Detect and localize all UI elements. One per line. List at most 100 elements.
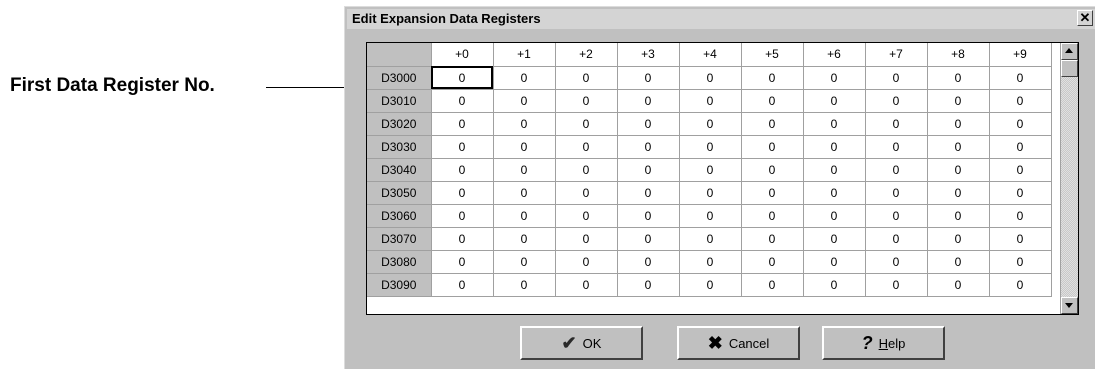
register-cell[interactable]: 0 [617,112,680,136]
ok-button[interactable]: ✔ OK [520,326,643,360]
register-cell[interactable]: 0 [989,273,1052,297]
register-cell[interactable]: 0 [865,273,928,297]
register-cell[interactable]: 0 [679,66,742,90]
register-cell[interactable]: 0 [803,227,866,251]
register-cell[interactable]: 0 [927,158,990,182]
register-cell[interactable]: 0 [493,158,556,182]
register-cell[interactable]: 0 [493,273,556,297]
register-cell[interactable]: 0 [617,204,680,228]
register-cell[interactable]: 0 [741,89,804,113]
register-cell[interactable]: 0 [741,227,804,251]
register-cell[interactable]: 0 [617,158,680,182]
register-cell[interactable]: 0 [493,204,556,228]
register-cell[interactable]: 0 [617,250,680,274]
register-cell[interactable]: 0 [493,66,556,90]
scroll-thumb[interactable] [1061,60,1078,77]
register-cell[interactable]: 0 [927,227,990,251]
register-cell[interactable]: 0 [555,273,618,297]
register-cell[interactable]: 0 [865,112,928,136]
register-cell[interactable]: 0 [803,135,866,159]
register-cell[interactable]: 0 [803,250,866,274]
register-cell[interactable]: 0 [431,89,494,113]
register-cell[interactable]: 0 [679,227,742,251]
register-cell[interactable]: 0 [679,273,742,297]
register-cell[interactable]: 0 [431,250,494,274]
register-cell[interactable]: 0 [803,89,866,113]
register-cell[interactable]: 0 [431,181,494,205]
register-cell[interactable]: 0 [989,66,1052,90]
register-cell[interactable]: 0 [741,158,804,182]
register-cell[interactable]: 0 [617,227,680,251]
register-cell[interactable]: 0 [555,181,618,205]
register-cell[interactable]: 0 [865,250,928,274]
register-cell[interactable]: 0 [493,181,556,205]
cancel-button[interactable]: ✖ Cancel [677,326,800,360]
register-cell[interactable]: 0 [927,66,990,90]
register-cell[interactable]: 0 [617,135,680,159]
close-button[interactable]: ✕ [1077,10,1093,26]
register-cell[interactable]: 0 [679,135,742,159]
register-cell[interactable]: 0 [989,89,1052,113]
register-cell[interactable]: 0 [431,112,494,136]
register-cell[interactable]: 0 [431,204,494,228]
register-cell[interactable]: 0 [741,250,804,274]
register-cell[interactable]: 0 [741,135,804,159]
register-cell[interactable]: 0 [989,158,1052,182]
register-cell[interactable]: 0 [803,112,866,136]
register-cell[interactable]: 0 [555,250,618,274]
register-cell[interactable]: 0 [679,181,742,205]
register-cell[interactable]: 0 [493,135,556,159]
register-cell[interactable]: 0 [803,158,866,182]
register-cell[interactable]: 0 [431,135,494,159]
register-cell[interactable]: 0 [555,158,618,182]
register-cell[interactable]: 0 [555,227,618,251]
register-cell[interactable]: 0 [493,227,556,251]
register-cell[interactable]: 0 [679,112,742,136]
register-cell[interactable]: 0 [927,204,990,228]
register-cell[interactable]: 0 [927,181,990,205]
register-cell[interactable]: 0 [803,204,866,228]
register-cell[interactable]: 0 [679,158,742,182]
register-cell[interactable]: 0 [555,66,618,90]
vertical-scrollbar[interactable] [1060,43,1078,314]
register-cell[interactable]: 0 [741,66,804,90]
register-cell[interactable]: 0 [431,158,494,182]
register-cell[interactable]: 0 [493,112,556,136]
register-cell[interactable]: 0 [617,66,680,90]
register-cell[interactable]: 0 [741,204,804,228]
register-cell[interactable]: 0 [865,66,928,90]
register-cell[interactable]: 0 [989,227,1052,251]
register-cell[interactable]: 0 [741,181,804,205]
register-cell[interactable]: 0 [989,135,1052,159]
register-cell[interactable]: 0 [741,273,804,297]
scroll-up-button[interactable] [1061,43,1078,60]
register-cell[interactable]: 0 [555,89,618,113]
scroll-down-button[interactable] [1061,297,1078,314]
help-button[interactable]: ? Help [822,326,945,360]
register-cell[interactable]: 0 [803,181,866,205]
register-cell[interactable]: 0 [927,273,990,297]
register-cell[interactable]: 0 [431,66,494,90]
register-cell[interactable]: 0 [927,135,990,159]
register-cell[interactable]: 0 [555,135,618,159]
register-cell[interactable]: 0 [927,89,990,113]
register-cell[interactable]: 0 [555,204,618,228]
register-cell[interactable]: 0 [927,112,990,136]
register-cell[interactable]: 0 [989,250,1052,274]
register-cell[interactable]: 0 [865,158,928,182]
register-cell[interactable]: 0 [989,181,1052,205]
register-cell[interactable]: 0 [679,204,742,228]
register-cell[interactable]: 0 [865,181,928,205]
register-cell[interactable]: 0 [431,227,494,251]
register-cell[interactable]: 0 [617,89,680,113]
register-cell[interactable]: 0 [679,89,742,113]
register-cell[interactable]: 0 [989,204,1052,228]
register-cell[interactable]: 0 [865,135,928,159]
register-cell[interactable]: 0 [493,250,556,274]
register-cell[interactable]: 0 [741,112,804,136]
register-cell[interactable]: 0 [989,112,1052,136]
register-cell[interactable]: 0 [431,273,494,297]
register-cell[interactable]: 0 [803,273,866,297]
register-cell[interactable]: 0 [865,204,928,228]
register-cell[interactable]: 0 [865,89,928,113]
